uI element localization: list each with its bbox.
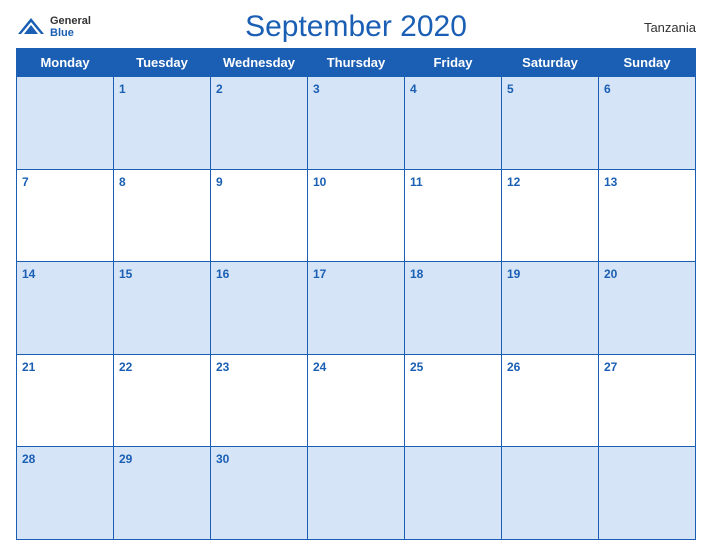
day-number: 23 [216,360,229,374]
calendar-cell [17,77,114,170]
day-number: 22 [119,360,132,374]
calendar-cell: 15 [114,262,211,355]
calendar-cell: 23 [211,354,308,447]
calendar-cell: 11 [405,169,502,262]
day-number: 26 [507,360,520,374]
day-number: 12 [507,175,520,189]
calendar-cell: 22 [114,354,211,447]
calendar-cell: 5 [502,77,599,170]
day-number: 18 [410,267,423,281]
calendar-cell: 29 [114,447,211,540]
calendar-cell [308,447,405,540]
calendar-cell: 26 [502,354,599,447]
day-number: 3 [313,82,320,96]
calendar-cell: 17 [308,262,405,355]
day-number: 24 [313,360,326,374]
calendar-cell: 19 [502,262,599,355]
calendar-cell: 2 [211,77,308,170]
calendar-week-row: 14 15 16 17 18 19 20 [17,262,696,355]
day-number: 1 [119,82,126,96]
day-number: 17 [313,267,326,281]
day-number: 11 [410,175,423,189]
calendar-cell: 21 [17,354,114,447]
calendar-cell: 10 [308,169,405,262]
calendar-cell: 28 [17,447,114,540]
calendar-week-row: 7 8 9 10 11 12 13 [17,169,696,262]
weekday-header-friday: Friday [405,49,502,77]
day-number: 29 [119,452,132,466]
calendar-week-row: 21 22 23 24 25 26 27 [17,354,696,447]
calendar-cell: 24 [308,354,405,447]
day-number: 5 [507,82,514,96]
calendar-cell: 27 [599,354,696,447]
weekday-header-wednesday: Wednesday [211,49,308,77]
day-number: 20 [604,267,617,281]
calendar-cell: 3 [308,77,405,170]
weekday-header-row: MondayTuesdayWednesdayThursdayFridaySatu… [17,49,696,77]
calendar-cell: 7 [17,169,114,262]
calendar-cell: 30 [211,447,308,540]
day-number: 13 [604,175,617,189]
calendar-header: General Blue September 2020 Tanzania [16,10,696,44]
calendar-cell: 25 [405,354,502,447]
day-number: 4 [410,82,417,96]
day-number: 27 [604,360,617,374]
calendar-cell [502,447,599,540]
calendar-week-row: 1 2 3 4 5 6 [17,77,696,170]
logo-blue-text: Blue [50,27,91,39]
calendar-cell: 20 [599,262,696,355]
generalblue-logo-icon [16,16,46,38]
weekday-header-saturday: Saturday [502,49,599,77]
weekday-header-sunday: Sunday [599,49,696,77]
calendar-cell: 4 [405,77,502,170]
day-number: 14 [22,267,35,281]
weekday-header-thursday: Thursday [308,49,405,77]
calendar-title: September 2020 [245,10,467,44]
logo: General Blue [16,15,91,39]
logo-general-text: General [50,15,91,27]
day-number: 9 [216,175,223,189]
weekday-header-monday: Monday [17,49,114,77]
day-number: 28 [22,452,35,466]
calendar-cell: 8 [114,169,211,262]
day-number: 10 [313,175,326,189]
day-number: 6 [604,82,611,96]
calendar-cell [599,447,696,540]
day-number: 7 [22,175,29,189]
calendar-cell: 16 [211,262,308,355]
day-number: 25 [410,360,423,374]
calendar-week-row: 28 29 30 [17,447,696,540]
day-number: 16 [216,267,229,281]
calendar-body: 1234567891011121314151617181920212223242… [17,77,696,540]
calendar-cell: 12 [502,169,599,262]
calendar-cell: 9 [211,169,308,262]
calendar-cell [405,447,502,540]
calendar-cell: 6 [599,77,696,170]
calendar-table: MondayTuesdayWednesdayThursdayFridaySatu… [16,48,696,540]
calendar-cell: 18 [405,262,502,355]
day-number: 19 [507,267,520,281]
day-number: 2 [216,82,223,96]
weekday-header-tuesday: Tuesday [114,49,211,77]
day-number: 21 [22,360,35,374]
day-number: 8 [119,175,126,189]
country-label: Tanzania [644,20,696,35]
calendar-cell: 14 [17,262,114,355]
day-number: 30 [216,452,229,466]
calendar-cell: 13 [599,169,696,262]
calendar-cell: 1 [114,77,211,170]
day-number: 15 [119,267,132,281]
